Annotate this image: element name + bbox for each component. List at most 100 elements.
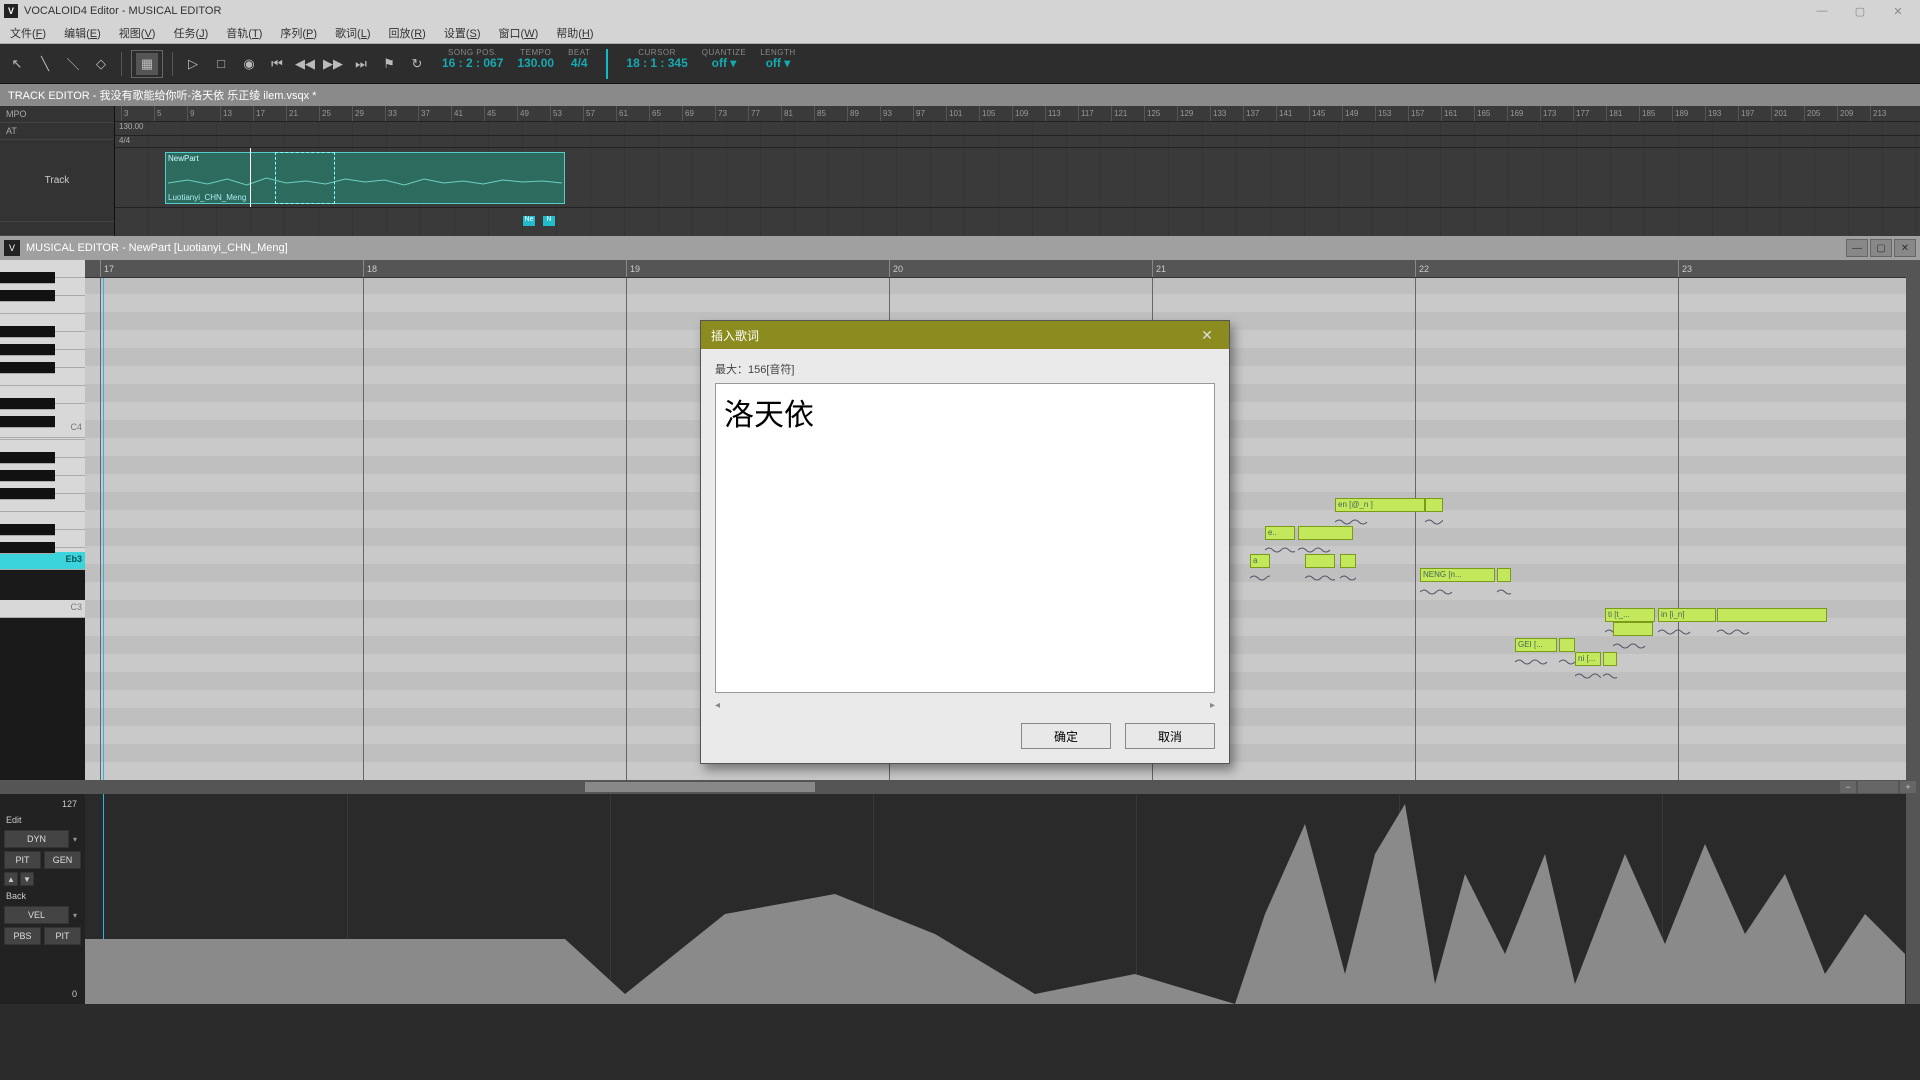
key-highlighted[interactable]: Eb3 [0,552,85,570]
eraser-tool[interactable]: ◇ [90,53,112,75]
menu-h[interactable]: 帮助(H) [552,23,597,43]
cancel-button[interactable]: 取消 [1125,723,1215,749]
piano-black-key[interactable] [0,398,55,410]
note[interactable]: NENG [n... [1420,568,1495,582]
piano-keyboard[interactable]: C4C3Eb3 [0,260,85,780]
menu-r[interactable]: 回放(R) [385,23,430,43]
maximize-button[interactable]: ▢ [1842,2,1878,20]
chevron-down-icon[interactable]: ▾ [69,911,81,920]
param-down[interactable]: ▼ [20,872,34,886]
dialog-titlebar[interactable]: 插入歌词 ✕ [701,321,1229,349]
scroll-left-icon[interactable]: ◂ [715,700,720,711]
flag-marker[interactable]: Ne [523,216,535,226]
piano-black-key[interactable] [0,272,55,284]
piano-black-key[interactable] [0,470,55,482]
note[interactable]: en [@_n ] [1335,498,1425,512]
tempo-value[interactable]: 130.00 [517,57,554,70]
quantize-value[interactable]: off ▾ [712,57,737,70]
key-c3[interactable]: C3 [0,600,85,618]
roll-scrollbar-h[interactable]: − + [0,780,1920,794]
roll-playhead[interactable] [103,278,104,780]
dialog-close-button[interactable]: ✕ [1195,325,1219,345]
zoom-out[interactable]: − [1840,781,1856,793]
note[interactable] [1298,526,1353,540]
note[interactable] [1497,568,1511,582]
minimize-button[interactable]: — [1804,2,1840,20]
piano-black-key[interactable] [0,452,55,464]
scrollbar-thumb[interactable] [585,782,815,792]
note[interactable]: GEI [... [1515,638,1557,652]
note[interactable] [1340,554,1356,568]
stop-button[interactable]: □ [210,53,232,75]
pencil-tool[interactable]: ╲ [34,53,56,75]
marker-button[interactable]: ⚑ [378,53,400,75]
chevron-down-icon[interactable]: ▾ [69,835,81,844]
pointer-tool[interactable]: ↖ [6,53,28,75]
me-maximize[interactable]: ▢ [1870,239,1892,257]
part-clip[interactable]: NewPart Luotianyi_CHN_Meng [165,152,565,204]
forward-end-button[interactable]: ⏭ [350,53,372,75]
menu-e[interactable]: 编辑(E) [60,23,105,43]
zoom-in[interactable]: + [1900,781,1916,793]
forward-button[interactable]: ▶▶ [322,53,344,75]
note[interactable] [1613,622,1653,636]
me-close[interactable]: ✕ [1894,239,1916,257]
menu-j[interactable]: 任务(J) [169,23,212,43]
note[interactable]: ni [... [1575,652,1601,666]
line-tool[interactable]: ＼ [62,53,84,75]
menu-w[interactable]: 窗口(W) [495,23,543,43]
note[interactable]: a [1250,554,1270,568]
timeline-ruler[interactable]: 3591317212529333741454953576165697377818… [115,106,1920,122]
piano-black-key[interactable] [0,416,55,428]
roll-scrollbar-v[interactable] [1906,260,1920,780]
record-button[interactable]: ◉ [238,53,260,75]
grid-toggle[interactable]: ▦ [136,53,158,75]
param-up[interactable]: ▲ [4,872,18,886]
param-pit[interactable]: PIT [4,851,41,869]
menu-p[interactable]: 序列(P) [276,23,321,43]
scroll-right-icon[interactable]: ▸ [1210,700,1215,711]
param-pit2[interactable]: PIT [44,927,81,945]
flag-marker[interactable]: N [543,216,555,226]
ok-button[interactable]: 确定 [1021,723,1111,749]
piano-black-key[interactable] [0,488,55,500]
param-scrollbar-v[interactable] [1906,794,1920,1004]
beat-value[interactable]: 4/4 [571,57,588,70]
note[interactable] [1603,652,1617,666]
param-graph[interactable] [85,794,1906,1004]
roll-ruler[interactable]: 17181920212223 [85,260,1906,278]
note[interactable] [1305,554,1335,568]
piano-black-key[interactable] [0,524,55,536]
lyrics-textarea[interactable] [715,383,1215,693]
play-button[interactable]: ▷ [182,53,204,75]
note[interactable] [1559,638,1575,652]
track-lane[interactable]: NewPart Luotianyi_CHN_Meng [115,148,1920,208]
menu-v[interactable]: 视图(V) [115,23,160,43]
menu-f[interactable]: 文件(F) [6,23,50,43]
param-dyn[interactable]: DYN [4,830,69,848]
rewind-start-button[interactable]: ⏮ [266,53,288,75]
me-minimize[interactable]: — [1846,239,1868,257]
piano-black-key[interactable] [0,344,55,356]
piano-black-key[interactable] [0,542,55,554]
menu-s[interactable]: 设置(S) [440,23,485,43]
close-button[interactable]: ✕ [1880,2,1916,20]
note[interactable]: e.. [1265,526,1295,540]
note[interactable]: ti [t_... [1605,608,1655,622]
piano-black-key[interactable] [0,362,55,374]
menu-t[interactable]: 音轨(T) [222,23,266,43]
track-name[interactable]: Track [0,140,114,222]
length-value[interactable]: off ▾ [766,57,791,70]
track-timeline[interactable]: 3591317212529333741454953576165697377818… [115,106,1920,236]
menu-l[interactable]: 歌词(L) [331,23,374,43]
param-vel[interactable]: VEL [4,906,69,924]
zoom-slider[interactable] [1858,781,1898,793]
note[interactable] [1425,498,1443,512]
param-gen[interactable]: GEN [44,851,81,869]
param-pbs[interactable]: PBS [4,927,41,945]
rewind-button[interactable]: ◀◀ [294,53,316,75]
loop-button[interactable]: ↻ [406,53,428,75]
note[interactable] [1717,608,1827,622]
songpos-value[interactable]: 16 : 2 : 067 [442,57,503,70]
note[interactable]: in [i_n] [1658,608,1716,622]
